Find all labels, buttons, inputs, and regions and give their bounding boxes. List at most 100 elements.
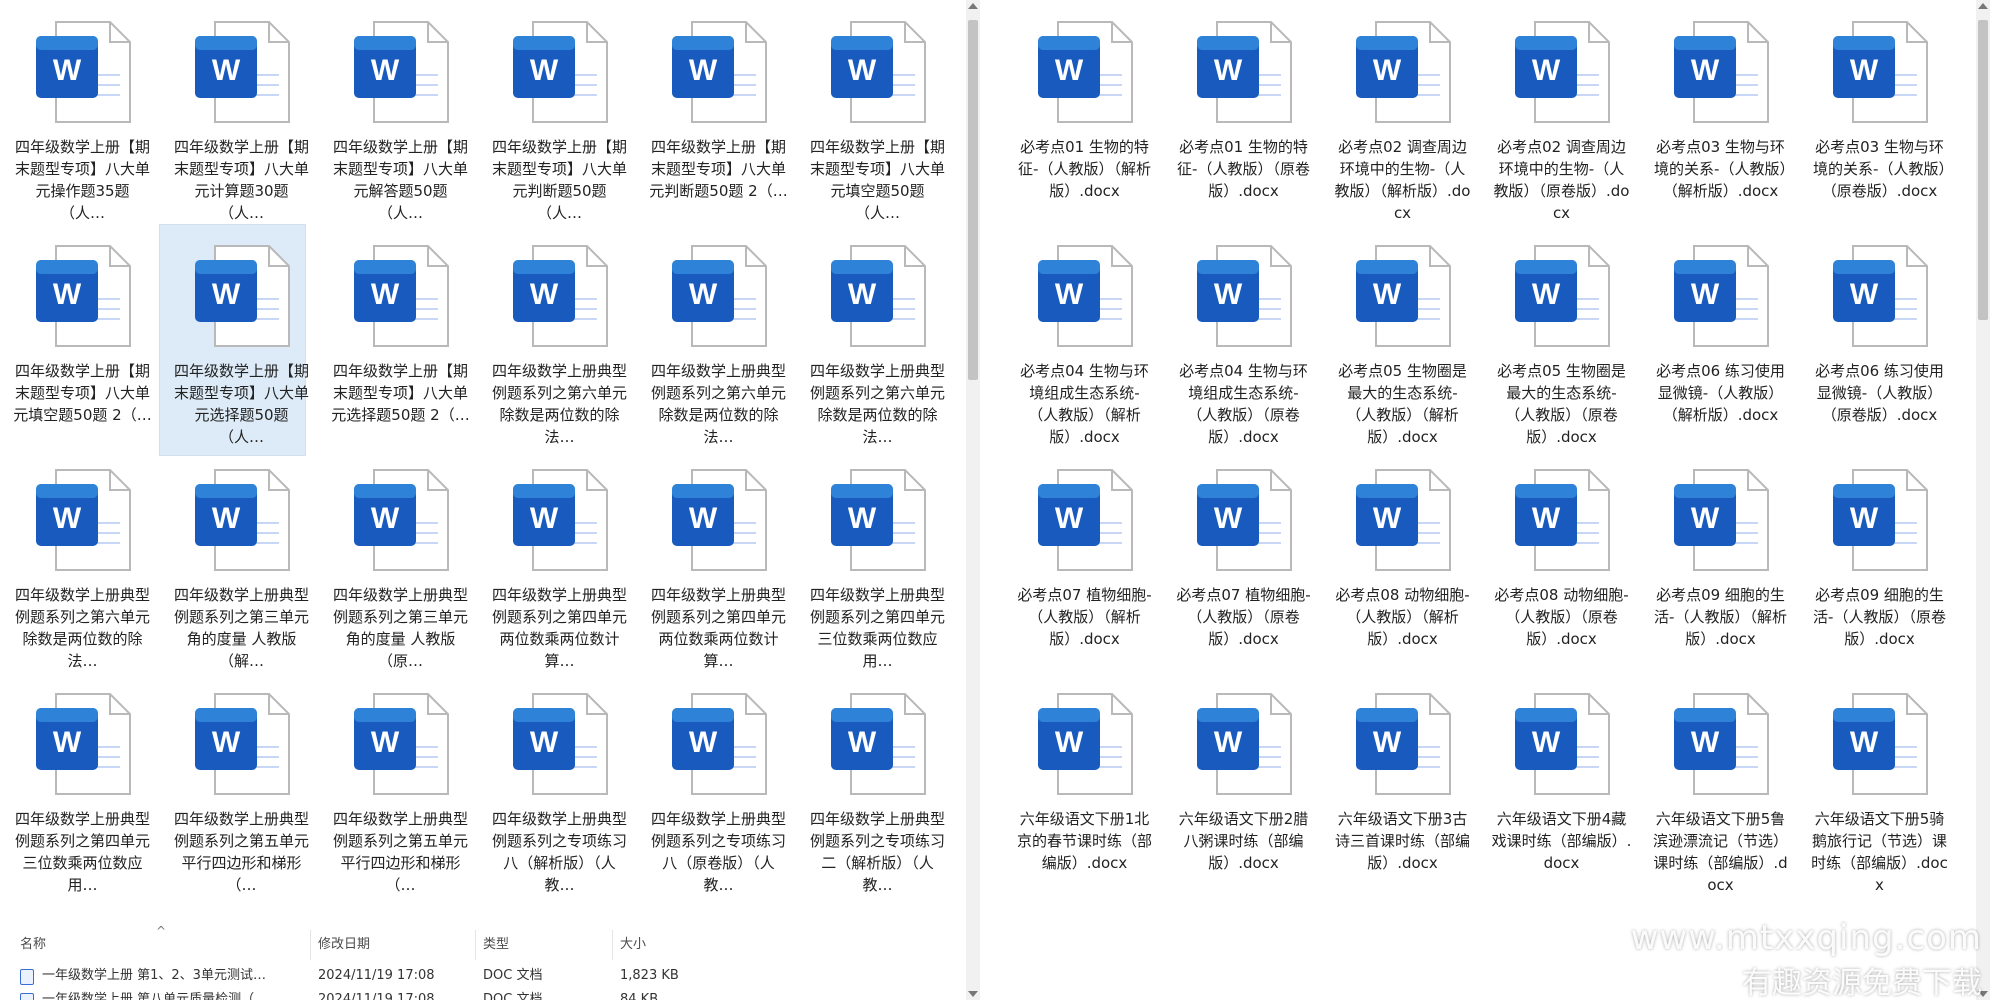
file-item[interactable]: W 四年级数学上册典型例题系列之第四单元三位数乘两位数应用… bbox=[10, 682, 155, 896]
file-name: 必考点03 生物与环境的关系-（人教版）（解析版）.docx bbox=[1654, 138, 1787, 200]
file-item[interactable]: W 四年级数学上册典型例题系列之第六单元除数是两位数的除法… bbox=[10, 458, 155, 672]
file-name: 四年级数学上册【期末题型专项】八大单元判断题50题 2（… bbox=[649, 138, 788, 200]
svg-text:W: W bbox=[1849, 54, 1878, 87]
svg-text:W: W bbox=[529, 726, 558, 759]
table-row[interactable]: 一年级数学上册 第八单元质量检测（… 2024/11/19 17:08 DOC … bbox=[0, 988, 700, 1000]
file-name: 四年级数学上册典型例题系列之专项练习八（解析版）（人教… bbox=[491, 810, 627, 894]
file-item[interactable]: W 四年级数学上册典型例题系列之第四单元三位数乘两位数应用… bbox=[805, 458, 950, 672]
file-item[interactable]: W 四年级数学上册【期末题型专项】八大单元选择题50题 2（… bbox=[328, 234, 473, 426]
word-doc-icon: W bbox=[1668, 690, 1774, 798]
col-header-date[interactable]: 修改日期 bbox=[318, 932, 370, 958]
right-vertical-scrollbar[interactable] bbox=[1976, 0, 1990, 1000]
file-item[interactable]: W 四年级数学上册典型例题系列之第三单元角的度量 人教版（原… bbox=[328, 458, 473, 672]
file-item[interactable]: W 必考点07 植物细胞-（人教版）（解析版）.docx bbox=[1012, 458, 1157, 650]
file-item[interactable]: W 四年级数学上册典型例题系列之第三单元角的度量 人教版（解… bbox=[169, 458, 314, 672]
file-type: DOC 文档 bbox=[483, 968, 543, 983]
file-item[interactable]: W 必考点04 生物与环境组成生态系统-（人教版）（解析版）.docx bbox=[1012, 234, 1157, 448]
file-item[interactable]: W 六年级语文下册4藏戏课时练（部编版）.docx bbox=[1489, 682, 1634, 874]
column-divider[interactable] bbox=[612, 930, 613, 960]
column-divider[interactable] bbox=[310, 930, 311, 960]
left-vertical-scrollbar[interactable] bbox=[966, 0, 980, 1000]
file-item[interactable]: W 四年级数学上册典型例题系列之第六单元除数是两位数的除法… bbox=[805, 234, 950, 448]
word-doc-icon: W bbox=[1032, 242, 1138, 350]
file-item[interactable]: W 四年级数学上册典型例题系列之第六单元除数是两位数的除法… bbox=[487, 234, 632, 448]
file-item[interactable]: W 必考点08 动物细胞-（人教版）（原卷版）.docx bbox=[1489, 458, 1634, 650]
file-item[interactable]: W 必考点02 调查周边环境中的生物-（人教版）（原卷版）.docx bbox=[1489, 10, 1634, 224]
svg-text:W: W bbox=[52, 278, 81, 311]
file-item[interactable]: W 四年级数学上册典型例题系列之第四单元两位数乘两位数计算… bbox=[487, 458, 632, 672]
right-file-pane[interactable]: W 必考点01 生物的特征-（人教版）（解析版）.docx W 必考点01 生物的特征… bbox=[992, 0, 1990, 1000]
svg-text:W: W bbox=[1849, 278, 1878, 311]
file-name: 六年级语文下册4藏戏课时练（部编版）.docx bbox=[1491, 810, 1632, 872]
file-item[interactable]: W 四年级数学上册典型例题系列之专项练习二（解析版）（人教… bbox=[805, 682, 950, 896]
file-item[interactable]: W 必考点01 生物的特征-（人教版）（解析版）.docx bbox=[1012, 10, 1157, 202]
col-header-name[interactable]: 名称 bbox=[20, 932, 46, 958]
col-header-size[interactable]: 大小 bbox=[620, 932, 646, 958]
scrollbar-thumb[interactable] bbox=[1978, 20, 1988, 320]
scroll-up-icon[interactable] bbox=[1978, 3, 1988, 9]
svg-text:W: W bbox=[1054, 54, 1083, 87]
file-item[interactable]: W 六年级语文下册2腊八粥课时练（部编版）.docx bbox=[1171, 682, 1316, 874]
file-item[interactable]: W 必考点03 生物与环境的关系-（人教版）（解析版）.docx bbox=[1648, 10, 1793, 202]
scroll-down-icon[interactable] bbox=[968, 991, 978, 997]
file-item[interactable]: W 必考点09 细胞的生活-（人教版）（解析版）.docx bbox=[1648, 458, 1793, 650]
scroll-up-icon[interactable] bbox=[968, 3, 978, 9]
file-item[interactable]: W 四年级数学上册【期末题型专项】八大单元计算题30题 （人… bbox=[169, 10, 314, 224]
file-item[interactable]: W 四年级数学上册典型例题系列之第六单元除数是两位数的除法… bbox=[646, 234, 791, 448]
file-item[interactable]: W 四年级数学上册【期末题型专项】八大单元判断题50题 2（… bbox=[646, 10, 791, 202]
file-item[interactable]: W 必考点03 生物与环境的关系-（人教版）（原卷版）.docx bbox=[1807, 10, 1952, 202]
file-item[interactable]: W 必考点01 生物的特征-（人教版）（原卷版）.docx bbox=[1171, 10, 1316, 202]
file-name: 四年级数学上册典型例题系列之第四单元三位数乘两位数应用… bbox=[809, 586, 945, 670]
column-divider[interactable] bbox=[475, 930, 476, 960]
file-item[interactable]: W 四年级数学上册【期末题型专项】八大单元填空题50题 2（… bbox=[10, 234, 155, 426]
svg-text:W: W bbox=[1213, 502, 1242, 535]
left-file-pane[interactable]: W 四年级数学上册【期末题型专项】八大单元操作题35题 （人… W 四年级数学上册【期… bbox=[0, 0, 980, 1000]
file-item[interactable]: W 必考点09 细胞的生活-（人教版）（原卷版）.docx bbox=[1807, 458, 1952, 650]
file-item[interactable]: W 六年级语文下册1北京的春节课时练（部编版）.docx bbox=[1012, 682, 1157, 874]
file-date: 2024/11/19 17:08 bbox=[318, 992, 435, 1000]
file-name: 四年级数学上册典型例题系列之第四单元两位数乘两位数计算… bbox=[650, 586, 786, 670]
file-name: 四年级数学上册【期末题型专项】八大单元填空题50题 （人… bbox=[809, 138, 945, 222]
scrollbar-thumb[interactable] bbox=[968, 20, 978, 380]
svg-text:W: W bbox=[1213, 726, 1242, 759]
word-doc-icon: W bbox=[348, 242, 454, 350]
col-header-type[interactable]: 类型 bbox=[483, 932, 509, 958]
word-doc-icon: W bbox=[1191, 690, 1297, 798]
file-item[interactable]: W 四年级数学上册典型例题系列之专项练习八（解析版）（人教… bbox=[487, 682, 632, 896]
word-doc-icon: W bbox=[1191, 242, 1297, 350]
word-doc-icon: W bbox=[1350, 242, 1456, 350]
file-item[interactable]: W 四年级数学上册【期末题型专项】八大单元解答题50题 （人… bbox=[328, 10, 473, 224]
word-doc-icon: W bbox=[1509, 18, 1615, 126]
file-item[interactable]: W 必考点08 动物细胞-（人教版）（解析版）.docx bbox=[1330, 458, 1475, 650]
file-item[interactable]: W 必考点05 生物圈是最大的生态系统-（人教版）（原卷版）.docx bbox=[1489, 234, 1634, 448]
svg-text:W: W bbox=[529, 502, 558, 535]
file-item[interactable]: W 四年级数学上册【期末题型专项】八大单元操作题35题 （人… bbox=[10, 10, 155, 224]
word-doc-icon: W bbox=[30, 690, 136, 798]
file-item[interactable]: W 四年级数学上册典型例题系列之第四单元两位数乘两位数计算… bbox=[646, 458, 791, 672]
word-doc-icon bbox=[20, 993, 34, 1000]
file-item[interactable]: W 六年级语文下册5鲁滨逊漂流记（节选）课时练（部编版）.docx bbox=[1648, 682, 1793, 896]
file-item[interactable]: W 必考点02 调查周边环境中的生物-（人教版）（解析版）.docx bbox=[1330, 10, 1475, 224]
file-item[interactable]: W 四年级数学上册典型例题系列之第五单元平行四边形和梯形（… bbox=[328, 682, 473, 896]
file-name: 四年级数学上册【期末题型专项】八大单元操作题35题 （人… bbox=[14, 138, 150, 222]
file-name: 六年级语文下册1北京的春节课时练（部编版）.docx bbox=[1016, 810, 1152, 872]
file-item[interactable]: W 必考点06 练习使用显微镜-（人教版）（解析版）.docx bbox=[1648, 234, 1793, 426]
file-item[interactable]: W 必考点05 生物圈是最大的生态系统-（人教版）（解析版）.docx bbox=[1330, 234, 1475, 448]
word-doc-icon: W bbox=[30, 466, 136, 574]
watermark-slogan: 有趣资源免费下载 bbox=[1742, 966, 1982, 1001]
file-item[interactable]: W 必考点06 练习使用显微镜-（人教版）（原卷版）.docx bbox=[1807, 234, 1952, 426]
word-doc-icon: W bbox=[1032, 18, 1138, 126]
file-item[interactable]: W 必考点07 植物细胞-（人教版）（原卷版）.docx bbox=[1171, 458, 1316, 650]
file-item[interactable]: W 四年级数学上册典型例题系列之专项练习八（原卷版）（人教… bbox=[646, 682, 791, 896]
file-item[interactable]: W 四年级数学上册典型例题系列之第五单元平行四边形和梯形（… bbox=[169, 682, 314, 896]
file-item[interactable]: W 四年级数学上册【期末题型专项】八大单元填空题50题 （人… bbox=[805, 10, 950, 224]
word-doc-icon: W bbox=[825, 690, 931, 798]
file-item[interactable]: W 必考点04 生物与环境组成生态系统-（人教版）（原卷版）.docx bbox=[1171, 234, 1316, 448]
file-item[interactable]: W 六年级语文下册5骑鹅旅行记（节选）课时练（部编版）.docx bbox=[1807, 682, 1952, 896]
file-item[interactable]: W 四年级数学上册【期末题型专项】八大单元选择题50题 （人… bbox=[159, 224, 314, 456]
word-doc-icon: W bbox=[1668, 466, 1774, 574]
file-item[interactable]: W 四年级数学上册【期末题型专项】八大单元判断题50题 （人… bbox=[487, 10, 632, 224]
table-row[interactable]: 一年级数学上册 第1、2、3单元测试… 2024/11/19 17:08 DOC… bbox=[0, 964, 700, 988]
file-item[interactable]: W 六年级语文下册3古诗三首课时练（部编版）.docx bbox=[1330, 682, 1475, 874]
word-doc-icon: W bbox=[507, 466, 613, 574]
